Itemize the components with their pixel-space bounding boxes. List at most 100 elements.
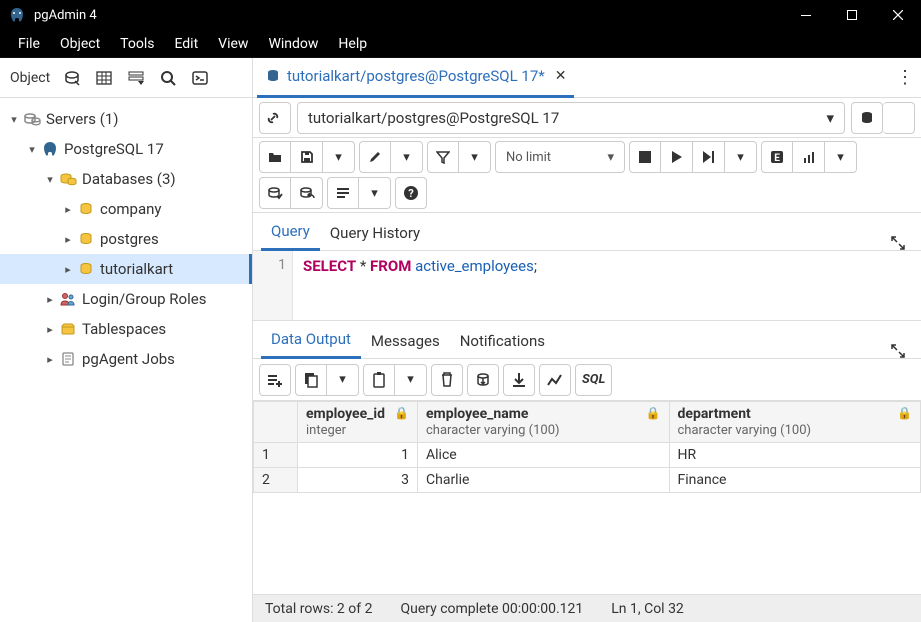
cell-employee-name[interactable]: Charlie [418,468,670,493]
tree-login-roles[interactable]: ▸Login/Group Roles [0,284,252,314]
tab-query[interactable]: Query [261,214,320,251]
sql-button[interactable]: SQL [575,364,612,396]
menu-file[interactable]: File [8,36,50,52]
limit-select[interactable]: No limit▾ [495,141,625,173]
tree-db-company[interactable]: ▸company [0,194,252,224]
download-button[interactable] [503,364,535,396]
table-row[interactable]: 2 3 Charlie Finance [254,468,921,493]
tree-tablespaces[interactable]: ▸ Tablespaces [0,314,252,344]
lock-icon: 🔒 [394,406,409,420]
menu-edit[interactable]: Edit [164,36,208,52]
roles-icon [58,292,78,306]
tree-server-pg17[interactable]: ▾PostgreSQL 17 [0,134,252,164]
minimize-button[interactable] [783,0,829,30]
status-cursor-pos: Ln 1, Col 32 [611,601,684,617]
table-row[interactable]: 1 1 Alice HR [254,443,921,468]
result-grid[interactable]: 🔒employee_idinteger 🔒employee_namecharac… [253,401,921,594]
search-icon[interactable] [154,64,182,92]
cell-employee-id[interactable]: 1 [298,443,418,468]
tab-notifications[interactable]: Notifications [450,324,555,358]
col-employee-name[interactable]: 🔒employee_namecharacter varying (100) [418,402,670,443]
expand-icon[interactable] [883,236,913,250]
edit-dropdown[interactable]: ▾ [391,141,423,173]
stop-button[interactable] [629,141,661,173]
tab-query-history[interactable]: Query History [320,216,430,250]
cell-department[interactable]: HR [669,443,921,468]
tree-databases[interactable]: ▾Databases (3) [0,164,252,194]
tree-db-postgres[interactable]: ▸postgres [0,224,252,254]
execute-options-button[interactable] [693,141,725,173]
tree-pgagent[interactable]: ▸pgAgent Jobs [0,344,252,374]
chevron-right-icon[interactable]: ▸ [42,353,58,366]
macros-dropdown[interactable]: ▾ [359,177,391,209]
commit-button[interactable] [259,177,291,209]
execute-button[interactable] [661,141,693,173]
tree-db-tutorialkart[interactable]: ▸tutorialkart [0,254,252,284]
save-dropdown[interactable]: ▾ [323,141,355,173]
explain-button[interactable]: E [761,141,793,173]
close-tab-icon[interactable]: ✕ [555,68,567,84]
col-name: employee_id [306,406,385,422]
menu-help[interactable]: Help [328,36,377,52]
menu-view[interactable]: View [208,36,258,52]
cell-employee-name[interactable]: Alice [418,443,670,468]
rollback-button[interactable] [291,177,323,209]
save-file-button[interactable] [291,141,323,173]
paste-dropdown[interactable]: ▾ [395,364,427,396]
kebab-menu-icon[interactable]: ⋮ [893,67,917,88]
copy-dropdown[interactable]: ▾ [327,364,359,396]
add-row-button[interactable] [259,364,291,396]
copy-button[interactable] [295,364,327,396]
chevron-right-icon[interactable]: ▸ [60,203,76,216]
row-header-corner[interactable] [254,402,298,443]
chevron-down-icon[interactable]: ▾ [42,173,58,186]
sql-semi: ; [534,257,537,275]
macros-button[interactable] [327,177,359,209]
editor-tab[interactable]: tutorialkart/postgres@PostgreSQL 17* ✕ [257,58,574,98]
close-button[interactable] [875,0,921,30]
chevron-right-icon[interactable]: ▸ [42,293,58,306]
explain-dropdown[interactable]: ▾ [825,141,857,173]
chevron-down-icon[interactable]: ▾ [24,143,40,156]
graph-button[interactable] [539,364,571,396]
chevron-right-icon[interactable]: ▸ [60,263,76,276]
save-data-button[interactable] [467,364,499,396]
connection-select[interactable]: tutorialkart/postgres@PostgreSQL 17 ▾ [297,102,845,134]
chevron-down-icon[interactable]: ▾ [6,113,22,126]
tree-servers[interactable]: ▾Servers (1) [0,104,252,134]
tab-messages[interactable]: Messages [361,324,450,358]
chevron-right-icon[interactable]: ▸ [42,323,58,336]
query-tool-icon[interactable] [58,64,86,92]
edit-button[interactable] [359,141,391,173]
menu-window[interactable]: Window [258,36,328,52]
cell-employee-id[interactable]: 3 [298,468,418,493]
open-file-button[interactable] [259,141,291,173]
col-department[interactable]: 🔒departmentcharacter varying (100) [669,402,921,443]
view-data-icon[interactable] [90,64,118,92]
menu-object[interactable]: Object [50,36,110,52]
row-number[interactable]: 1 [254,443,298,468]
filter-rows-icon[interactable] [122,64,150,92]
cell-department[interactable]: Finance [669,468,921,493]
filter-dropdown[interactable]: ▾ [459,141,491,173]
delete-row-button[interactable] [431,364,463,396]
help-button[interactable]: ? [395,177,427,209]
sql-code[interactable]: SELECT * FROM active_employees; [293,251,921,320]
sql-editor[interactable]: 1 SELECT * FROM active_employees; [253,251,921,321]
execute-dropdown[interactable]: ▾ [725,141,757,173]
tree-label: Tablespaces [82,320,166,338]
maximize-button[interactable] [829,0,875,30]
row-number[interactable]: 2 [254,468,298,493]
connection-status-button[interactable] [259,102,291,134]
explain-analyze-button[interactable] [793,141,825,173]
psql-icon[interactable] [186,64,214,92]
menu-tools[interactable]: Tools [110,36,164,52]
chevron-right-icon[interactable]: ▸ [60,233,76,246]
expand-output-icon[interactable] [883,344,913,358]
col-employee-id[interactable]: 🔒employee_idinteger [298,402,418,443]
tab-data-output[interactable]: Data Output [261,322,361,359]
new-connection-button[interactable] [851,102,883,134]
extra-connection-button[interactable] [883,102,915,134]
filter-button[interactable] [427,141,459,173]
paste-button[interactable] [363,364,395,396]
